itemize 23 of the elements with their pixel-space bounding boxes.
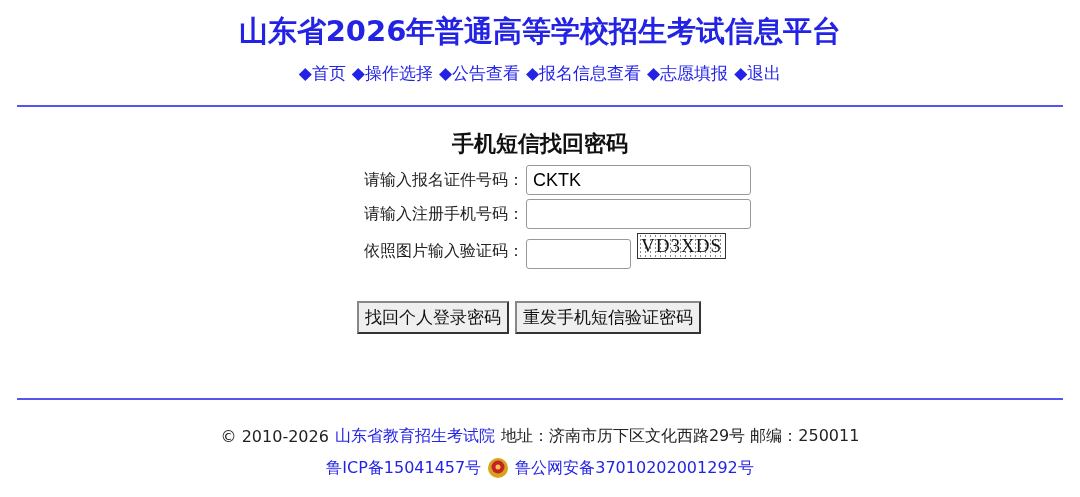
police-link[interactable]: 鲁公网安备37010202001292号: [515, 457, 754, 479]
nav-link[interactable]: ◆志愿填报: [647, 62, 729, 85]
form-title: 手机短信找回密码: [452, 130, 628, 158]
nav-link[interactable]: ◆报名信息查看: [526, 62, 642, 85]
org-link[interactable]: 山东省教育招生考试院: [334, 426, 495, 447]
field-label: 请输入注册手机号码：: [363, 203, 525, 225]
captcha-image: VD3XDS: [637, 233, 726, 259]
field-label: 请输入报名证件号码：: [363, 169, 525, 191]
site-title: 山东省2026年普通高等学校招生考试信息平台: [238, 13, 842, 50]
submit-button[interactable]: 找回个人登录密码: [357, 301, 509, 334]
icp-link[interactable]: 鲁ICP备15041457号: [326, 457, 482, 479]
copyright-text: © 2010-2026: [220, 427, 329, 446]
nav-link[interactable]: ◆公告查看: [438, 62, 520, 85]
input-field[interactable]: [526, 199, 751, 229]
input-field[interactable]: CKTK: [526, 165, 751, 195]
captcha-input[interactable]: [526, 239, 631, 269]
nav-link[interactable]: ◆操作选择: [351, 62, 433, 85]
emblem-icon: [487, 457, 510, 479]
field-label: 依照图片输入验证码：: [363, 240, 525, 262]
submit-button[interactable]: 重发手机短信验证密码: [515, 301, 701, 334]
nav-link[interactable]: ◆首页: [298, 62, 346, 85]
address-text: 地址：济南市历下区文化西路29号 邮编：250011: [500, 426, 860, 447]
nav-link[interactable]: ◆退出: [734, 62, 782, 85]
